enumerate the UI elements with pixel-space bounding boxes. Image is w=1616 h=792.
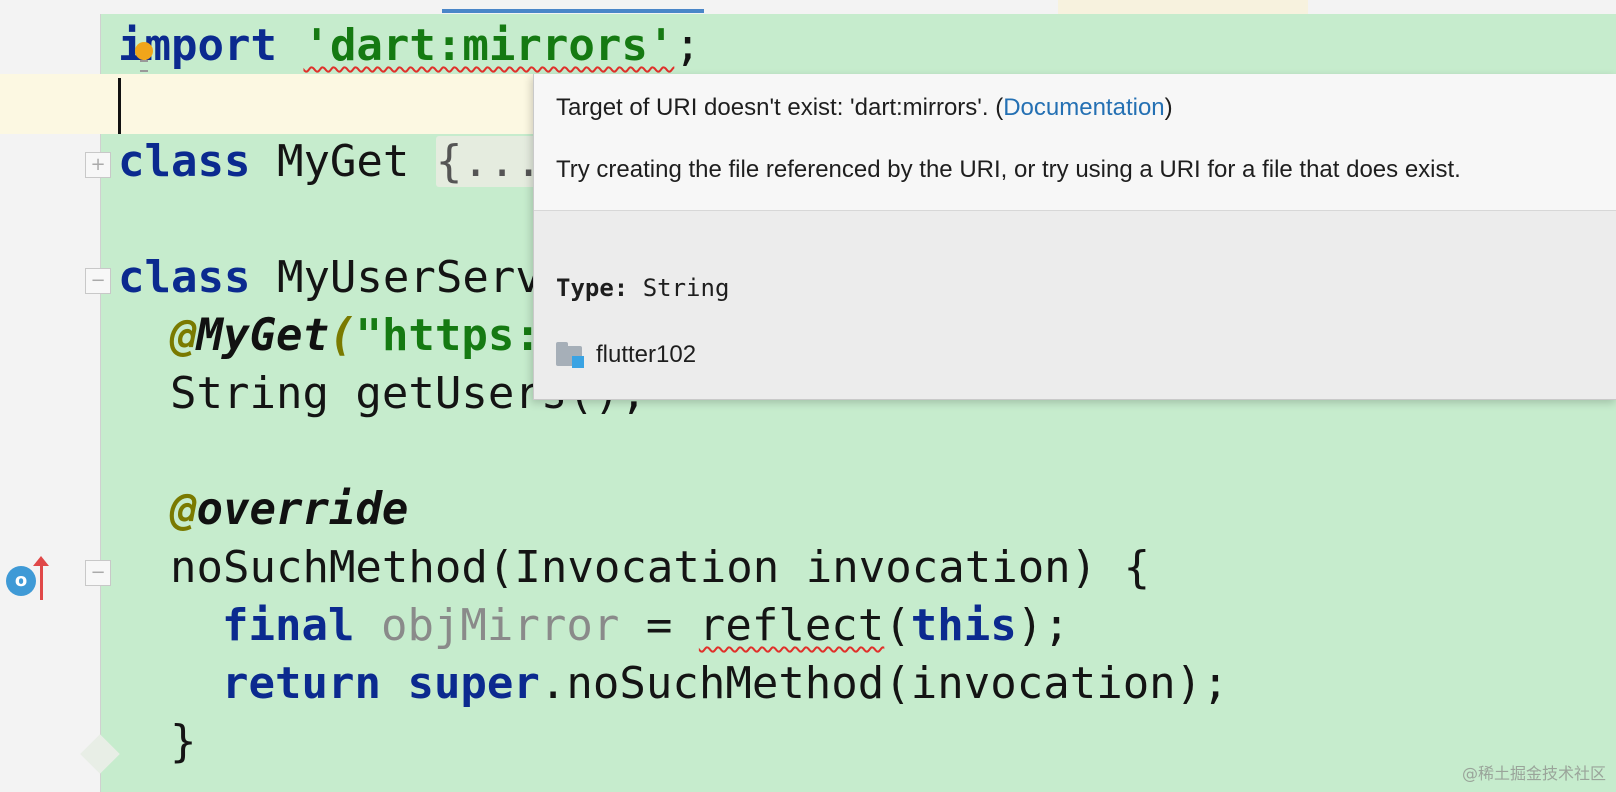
code-line-close-brace[interactable]: } — [170, 714, 197, 770]
closing-brace: } — [170, 716, 197, 767]
error-message-text: Target of URI doesn't exist: 'dart:mirro… — [556, 94, 1004, 121]
class-name-myget: MyGet — [276, 136, 410, 187]
keyword-this: this — [910, 600, 1017, 651]
code-line-class-myuserservice[interactable]: class MyUserServ — [118, 250, 542, 306]
super-call: .noSuchMethod(invocation); — [539, 658, 1229, 709]
folder-icon — [556, 342, 586, 368]
project-info: flutter102 — [556, 341, 696, 369]
active-tab-indicator[interactable] — [442, 9, 704, 13]
fold-toggle-myuserservice[interactable]: − — [85, 268, 111, 294]
type-label: Type: — [556, 274, 629, 302]
lightbulb-icon[interactable] — [133, 40, 155, 72]
code-line-class-myget[interactable]: class MyGet {... — [118, 134, 542, 190]
import-uri-error[interactable]: 'dart:mirrors' — [303, 20, 674, 71]
popup-info-section: Type: String flutter102 — [534, 211, 1616, 399]
folded-region[interactable]: {... — [435, 136, 542, 187]
annotation-paren: ( — [328, 310, 356, 361]
code-line-nosuchmethod[interactable]: noSuchMethod(Invocation invocation) { — [170, 540, 1150, 596]
override-icon[interactable]: o — [6, 566, 36, 596]
annotation-override: override — [196, 484, 409, 535]
watermark: @稀土掘金技术社区 — [1461, 764, 1606, 783]
error-message: Target of URI doesn't exist: 'dart:mirro… — [556, 94, 1173, 122]
class-name-myuserservice: MyUserServ — [276, 252, 542, 303]
annotation-at: @ — [170, 484, 197, 535]
variable-objmirror: objMirror — [380, 600, 620, 651]
semicolon: ; — [674, 20, 701, 71]
code-line-import[interactable]: import 'dart:mirrors'; — [118, 18, 701, 74]
code-line-override[interactable]: @override — [170, 482, 408, 538]
editor-tab-strip — [0, 0, 1616, 15]
keyword-class: class — [118, 136, 251, 187]
tab-highlight — [1058, 0, 1308, 14]
documentation-link[interactable]: Documentation — [1003, 94, 1164, 121]
code-line-return[interactable]: return super.noSuchMethod(invocation); — [222, 656, 1229, 712]
project-name: flutter102 — [596, 341, 697, 368]
popup-message-section: Target of URI doesn't exist: 'dart:mirro… — [534, 74, 1616, 211]
fold-toggle-nosuchmethod[interactable]: − — [85, 560, 111, 586]
code-line-annotation-myget[interactable]: @MyGet("https: — [170, 308, 541, 364]
annotation-myget: MyGet — [196, 310, 329, 361]
error-tooltip-popup: Target of URI doesn't exist: 'dart:mirro… — [533, 74, 1616, 400]
text-caret — [118, 78, 121, 134]
reflect-call-error[interactable]: reflect — [699, 600, 884, 651]
error-hint: Try creating the file referenced by the … — [556, 156, 1461, 183]
paren-open: ( — [884, 600, 911, 651]
code-line-reflect[interactable]: final objMirror = reflect(this); — [222, 598, 1070, 654]
type-value: String — [642, 274, 730, 302]
keyword-return: return — [222, 658, 381, 709]
type-info: Type: String — [556, 274, 729, 302]
keyword-super: super — [407, 658, 540, 709]
keyword-class: class — [118, 252, 251, 303]
paren-close: ); — [1016, 600, 1070, 651]
fold-toggle-myget[interactable]: + — [85, 152, 111, 178]
override-arrow — [40, 560, 43, 600]
annotation-at: @ — [170, 310, 197, 361]
annotation-url-string: "https: — [355, 310, 541, 361]
assign-op: = — [619, 600, 699, 651]
method-nosuchmethod: noSuchMethod(Invocation invocation) { — [170, 542, 1151, 593]
error-message-suffix: ) — [1164, 94, 1173, 121]
keyword-final: final — [222, 600, 355, 651]
